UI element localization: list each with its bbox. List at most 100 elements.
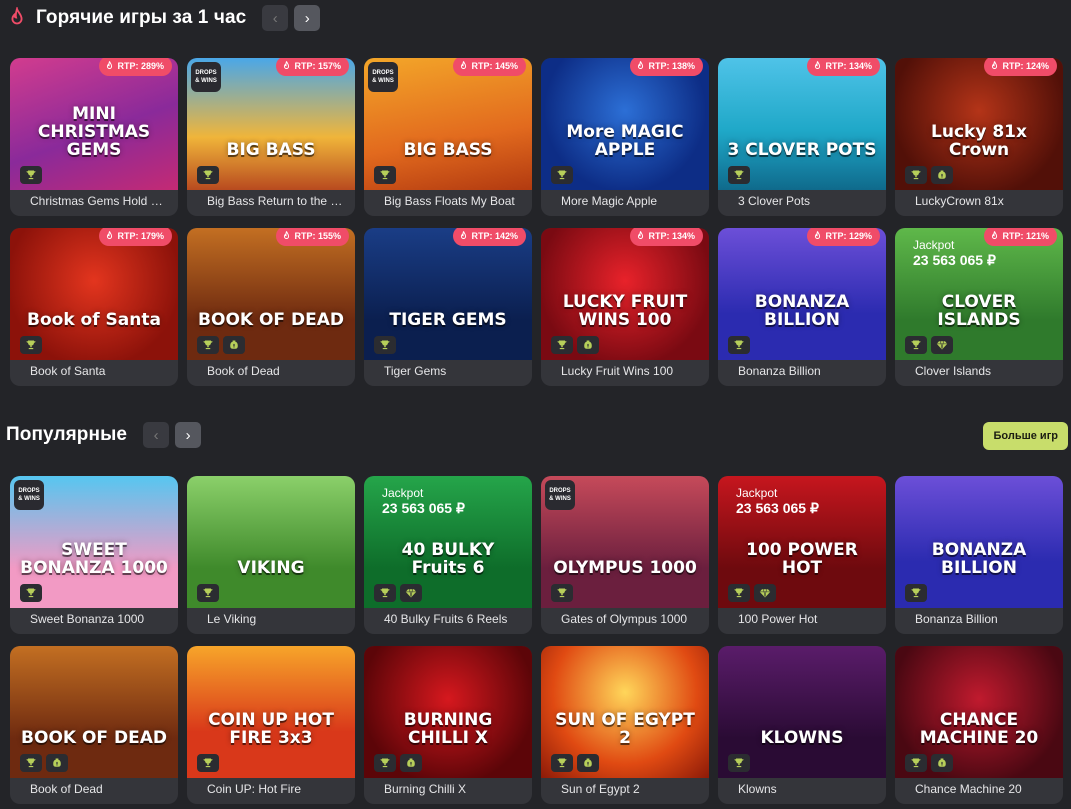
diamond-icon <box>400 584 422 602</box>
game-card[interactable]: BOOK OF DEAD Book of Dead <box>10 646 178 804</box>
trophy-icon <box>20 584 42 602</box>
fire-icon <box>992 231 998 239</box>
popular-next-button[interactable]: › <box>175 422 202 448</box>
game-tags <box>905 166 953 184</box>
diamond-icon <box>931 336 953 354</box>
game-card[interactable]: SUN OF EGYPT 2 Sun of Egypt 2 <box>541 646 709 804</box>
trophy-icon <box>551 584 573 602</box>
game-logo: 40 BULKY Fruits 6 <box>401 540 495 579</box>
game-logo: VIKING <box>237 558 305 579</box>
rtp-value: RTP: 134% <box>648 231 695 241</box>
game-card[interactable]: BONANZA BILLION RTP: 129% Bonanza Billion <box>718 228 886 386</box>
game-card[interactable]: BURNING CHILLI X Burning Chilli X <box>364 646 532 804</box>
fire-icon <box>107 61 113 69</box>
game-card[interactable]: 40 BULKY Fruits 6 Jackpot 23 563 065 ₽ 40 B… <box>364 476 532 634</box>
game-tags <box>20 336 42 354</box>
fire-icon <box>107 231 113 239</box>
game-card[interactable]: 100 POWER HOT Jackpot 23 563 065 ₽ 100 Powe… <box>718 476 886 634</box>
trophy-icon <box>551 754 573 772</box>
game-card[interactable]: VIKING Le Viking <box>187 476 355 634</box>
game-logo: More MAGIC APPLE <box>566 122 684 161</box>
game-name: Big Bass Return to the … <box>207 194 343 208</box>
money-bag-icon <box>577 336 599 354</box>
game-logo: CLOVER ISLANDS <box>937 292 1021 331</box>
trophy-icon <box>374 166 396 184</box>
game-card[interactable]: BONANZA BILLION Bonanza Billion <box>895 476 1063 634</box>
game-card[interactable]: LUCKY FRUIT WINS 100 RTP: 134% Lucky Fruit… <box>541 228 709 386</box>
rtp-badge: RTP: 157% <box>276 58 349 76</box>
trophy-icon <box>197 166 219 184</box>
game-name: Sun of Egypt 2 <box>561 782 640 796</box>
game-logo: BOOK OF DEAD <box>21 728 167 749</box>
popular-section-header: Популярные ‹ › <box>0 422 202 448</box>
game-logo: BONANZA BILLION <box>754 292 850 331</box>
game-card[interactable]: Book of Santa RTP: 179% Book of Santa <box>10 228 178 386</box>
rtp-badge: RTP: 134% <box>807 58 880 76</box>
hot-next-button[interactable]: › <box>294 5 321 31</box>
jackpot-label: Jackpot <box>382 486 424 500</box>
game-card[interactable]: CLOVER ISLANDS Jackpot 23 563 065 ₽ RTP: 12… <box>895 228 1063 386</box>
game-card[interactable]: COIN UP HOT FIRE 3x3 Coin UP: Hot Fire <box>187 646 355 804</box>
rtp-badge: RTP: 129% <box>807 228 880 246</box>
game-name: 3 Clover Pots <box>738 194 811 208</box>
jackpot-label: Jackpot <box>913 238 955 252</box>
rtp-value: RTP: 142% <box>471 231 518 241</box>
rtp-badge: RTP: 289% <box>99 58 172 76</box>
game-card[interactable]: SWEET BONANZA 1000 DROPS & WINS Sweet Bona… <box>10 476 178 634</box>
game-name: More Magic Apple <box>561 194 658 208</box>
game-card[interactable]: 3 CLOVER POTS RTP: 134% 3 Clover Pots <box>718 58 886 216</box>
fire-icon <box>461 61 467 69</box>
game-logo: KLOWNS <box>760 728 844 749</box>
fire-icon <box>284 231 290 239</box>
game-card[interactable]: More MAGIC APPLE RTP: 138% More Magic Appl… <box>541 58 709 216</box>
game-name: Book of Santa <box>30 364 106 378</box>
game-tags <box>905 336 953 354</box>
rtp-value: RTP: 121% <box>1002 231 1049 241</box>
game-name: LuckyCrown 81x <box>915 194 1004 208</box>
fire-icon <box>815 231 821 239</box>
trophy-icon <box>728 166 750 184</box>
rtp-badge: RTP: 179% <box>99 228 172 246</box>
game-tags <box>905 754 953 772</box>
money-bag-icon <box>223 336 245 354</box>
game-logo: SWEET BONANZA 1000 <box>20 540 168 579</box>
trophy-icon <box>905 336 927 354</box>
popular-prev-button[interactable]: ‹ <box>143 422 170 448</box>
game-name: Bonanza Billion <box>738 364 821 378</box>
game-name: Clover Islands <box>915 364 992 378</box>
game-logo: COIN UP HOT FIRE 3x3 <box>208 710 334 749</box>
more-games-button[interactable]: Больше игр <box>983 422 1068 450</box>
game-card[interactable]: BIG BASS DROPS & WINS RTP: 145% Big Bass Fl… <box>364 58 532 216</box>
money-bag-icon <box>931 166 953 184</box>
game-card[interactable]: KLOWNS Klowns <box>718 646 886 804</box>
game-card[interactable]: MINI CHRISTMAS GEMS RTP: 289% Christmas Ge… <box>10 58 178 216</box>
game-tags <box>551 754 599 772</box>
game-logo: BIG BASS <box>403 140 493 161</box>
trophy-icon <box>728 754 750 772</box>
game-logo: TIGER GEMS <box>389 310 507 331</box>
game-logo: OLYMPUS 1000 <box>553 558 697 579</box>
popular-section-title: Популярные <box>6 424 128 445</box>
game-card[interactable]: Lucky 81x Crown RTP: 124% LuckyCrown 81x <box>895 58 1063 216</box>
game-name: Le Viking <box>207 612 257 626</box>
game-card[interactable]: BOOK OF DEAD RTP: 155% Book of Dead <box>187 228 355 386</box>
game-name: Burning Chilli X <box>384 782 467 796</box>
game-tags <box>374 584 422 602</box>
hot-prev-button[interactable]: ‹ <box>262 5 289 31</box>
game-tags <box>374 166 396 184</box>
game-card[interactable]: TIGER GEMS RTP: 142% Tiger Gems <box>364 228 532 386</box>
fire-icon <box>638 61 644 69</box>
hot-games-grid: MINI CHRISTMAS GEMS RTP: 289% Christmas Ge… <box>10 58 1063 386</box>
rtp-value: RTP: 129% <box>825 231 872 241</box>
game-name: Gates of Olympus 1000 <box>561 612 688 626</box>
game-card[interactable]: BIG BASS DROPS & WINS RTP: 157% Big Bass Re… <box>187 58 355 216</box>
game-tags <box>728 584 776 602</box>
game-tags <box>197 166 219 184</box>
game-logo: 3 CLOVER POTS <box>727 140 877 161</box>
jackpot-amount: 23 563 065 ₽ <box>382 500 465 517</box>
trophy-icon <box>374 336 396 354</box>
rtp-value: RTP: 155% <box>294 231 341 241</box>
game-card[interactable]: OLYMPUS 1000 DROPS & WINS Gates of Olympus… <box>541 476 709 634</box>
game-card[interactable]: CHANCE MACHINE 20 Chance Machine 20 <box>895 646 1063 804</box>
game-name: Lucky Fruit Wins 100 <box>561 364 674 378</box>
